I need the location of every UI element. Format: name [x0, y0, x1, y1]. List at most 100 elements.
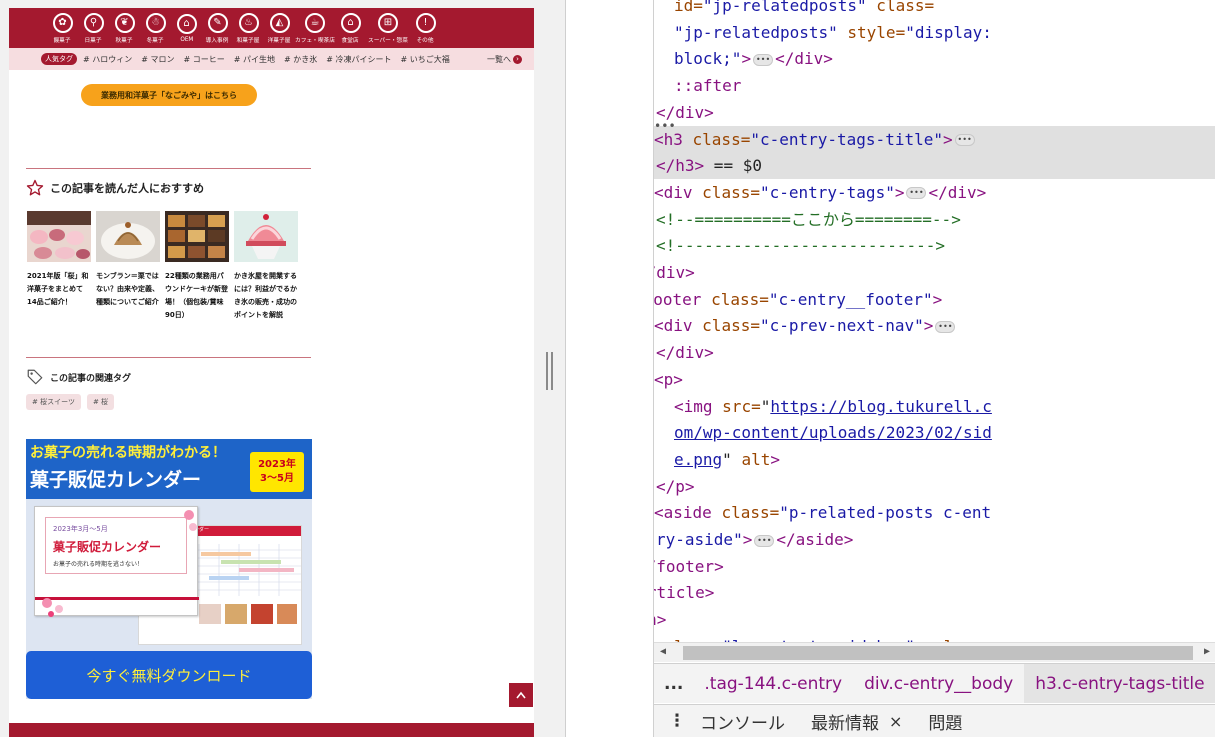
category-item[interactable]: ✎ 導入事例 — [202, 12, 233, 44]
popular-tag[interactable]: # いちご大福 — [401, 54, 450, 65]
back-to-top-button[interactable] — [509, 683, 533, 707]
popular-tag[interactable]: # かき氷 — [284, 54, 317, 65]
dom-token[interactable]: om/wp-content/uploads/2023/02/sid — [674, 423, 992, 442]
dom-node-line[interactable]: <!---------------------------> — [654, 232, 1215, 259]
dom-token: </h3> — [656, 156, 705, 176]
tag-chip[interactable]: # 桜 — [86, 394, 115, 410]
category-item[interactable]: ⚲ 日菓子 — [78, 12, 109, 44]
dom-node-line[interactable]: <!--==========ここから========--> — [654, 206, 1215, 233]
dom-node-selected[interactable]: ▶<h3 class="c-entry-tags-title">••• — [654, 125, 1215, 153]
tag-list-link[interactable]: 一覧へ › — [487, 54, 522, 65]
dom-node-line[interactable]: ▶<aside class="p-related-posts c-ent — [654, 499, 1215, 526]
banner-header: お菓子の売れる時期がわかる！ 菓子販促カレンダー 2023年 3〜5月 — [26, 439, 312, 499]
banner-tagline: お菓子の売れる時期がわかる！ — [30, 445, 226, 461]
category-item[interactable]: ⌂ 食堂店 — [335, 12, 366, 44]
sakura-icon — [184, 510, 197, 531]
category-item[interactable]: ♨ 和菓子屋 — [233, 12, 264, 44]
ellipsis-badge[interactable]: ••• — [906, 187, 927, 200]
recommend-card[interactable]: かき氷屋を開業するには？利益がでるかき氷の販売・成功のポイントを解説 — [234, 211, 298, 322]
viewport-resize-handle[interactable] — [546, 352, 553, 390]
ellipsis-badge[interactable]: ••• — [935, 320, 956, 333]
dom-node-selected[interactable]: </h3> == $0 — [654, 152, 1215, 180]
scroll-right-icon[interactable]: ▶ — [1204, 646, 1210, 657]
tab-whats-new-label: 最新情報 — [811, 713, 879, 734]
popular-tags: # ハロウィン # マロン # コーヒー # パイ生地 # かき氷 # 冷凍パイシート # … — [83, 54, 459, 65]
dom-node-line[interactable]: <img src="https://blog.tukurell.c — [654, 393, 1215, 420]
category-item[interactable]: ☕ カフェ・喫茶店 — [295, 12, 335, 44]
breadcrumb-item[interactable]: .tag-144.c-entry — [693, 664, 853, 703]
dom-token: <div — [654, 182, 703, 202]
dom-node-line[interactable]: ▼<p> — [654, 366, 1215, 393]
dom-node-line[interactable]: </main> — [654, 606, 1215, 633]
dom-node-line[interactable]: e.png" alt> — [654, 446, 1215, 473]
dom-token[interactable]: https://blog.tukurell.c — [770, 397, 992, 416]
ellipsis-badge[interactable]: ••• — [954, 134, 975, 146]
chevron-up-icon — [516, 691, 526, 699]
scrollbar-thumb[interactable] — [683, 646, 1193, 660]
popular-tag[interactable]: # コーヒー — [184, 54, 225, 65]
dom-node-line[interactable]: </div> — [654, 339, 1215, 366]
tab-whats-new[interactable]: 最新情報 × — [811, 709, 902, 734]
tag-chip[interactable]: # 桜スイーツ — [26, 394, 81, 410]
dom-node-line[interactable]: "jp-relatedposts" style="display: — [654, 19, 1215, 46]
tab-console[interactable]: コンソール — [700, 709, 785, 734]
dom-token: </aside> — [776, 530, 854, 549]
popular-tag[interactable]: # 冷凍パイシート — [326, 54, 391, 65]
dom-token: </div> — [654, 263, 695, 282]
more-options-icon[interactable]: ⋮ — [654, 711, 700, 731]
nagomiya-button[interactable]: 業務用和洋菓子「なごみや」はこちら — [81, 84, 257, 106]
category-item[interactable]: ! その他 — [410, 12, 441, 44]
calendar-cover-preview: 2023年3月〜5月 菓子販促カレンダー お菓子の売れる時期を逃さない！ — [34, 506, 199, 617]
dom-node-line[interactable]: om/wp-content/uploads/2023/02/sid — [654, 419, 1215, 446]
dom-node-line[interactable]: id="jp-relatedposts" class= — [654, 0, 1215, 19]
dom-token: > — [894, 182, 905, 202]
category-item[interactable]: ⊞ スーパー・惣菜 — [366, 12, 410, 44]
popular-tag[interactable]: # マロン — [141, 54, 174, 65]
recommend-card[interactable]: 2021年版「桜」和洋菓子をまとめて14品ご紹介！ — [27, 211, 91, 322]
dom-node-line[interactable]: </div> — [654, 99, 1215, 126]
dom-node-line[interactable]: ▶<div class="c-prev-next-nav">••• — [654, 312, 1215, 339]
dom-token: </div> — [775, 49, 833, 69]
tab-issues[interactable]: 問題 — [928, 709, 962, 734]
dom-token: > — [932, 289, 943, 309]
dom-node-line[interactable]: </footer> — [654, 553, 1215, 580]
breadcrumb-overflow[interactable]: ... — [654, 674, 693, 694]
dom-token[interactable]: e.png — [674, 450, 722, 469]
ellipsis-badge[interactable]: ••• — [754, 534, 775, 547]
dom-node-line[interactable]: ▶<div class="c-entry-tags">•••</div> — [654, 179, 1215, 206]
tag-icon — [27, 369, 43, 385]
dom-node-line[interactable]: </article> — [654, 579, 1215, 606]
sakura-sweets-thumbnail — [27, 211, 91, 262]
dom-node-line[interactable]: </div> — [654, 259, 1215, 286]
dom-node-line[interactable]: ::after — [654, 72, 1215, 99]
dom-token: <footer — [654, 289, 702, 309]
recommend-caption: かき氷屋を開業するには？利益がでるかき氷の販売・成功のポイントを解説 — [234, 272, 297, 319]
dom-node-line[interactable]: </p> — [654, 473, 1215, 500]
dom-node-line[interactable]: block;"> ••• </div> — [654, 45, 1215, 72]
recommend-card[interactable]: 22種類の業務用パウンドケーキが新登場！（個包装/賞味90日） — [165, 211, 229, 322]
category-item[interactable]: ✿ 饅菓子 — [47, 12, 78, 44]
dom-node-line[interactable]: ry-aside"> ••• </aside> — [654, 526, 1215, 553]
recommend-caption: 2021年版「桜」和洋菓子をまとめて14品ご紹介！ — [27, 272, 89, 306]
factory-icon: ⌂ — [176, 13, 197, 34]
horizontal-scrollbar[interactable]: ◀ ▶ — [654, 642, 1215, 662]
popular-tag[interactable]: # ハロウィン — [83, 54, 132, 65]
banner-year: 2023年 — [258, 459, 296, 470]
recommend-card[interactable]: モンブラン＝栗ではない？由来や定義、種類についてご紹介 — [96, 211, 160, 322]
close-icon[interactable]: × — [889, 712, 902, 731]
breadcrumb-item-selected[interactable]: h3.c-entry-tags-title — [1024, 664, 1215, 703]
dom-node-line[interactable]: ▼<footer class="c-entry__footer"> — [654, 286, 1215, 313]
tag-list-link-label: 一覧へ — [487, 54, 511, 64]
category-item[interactable]: ❦ 秋菓子 — [109, 12, 140, 44]
breadcrumb-item[interactable]: div.c-entry__body — [853, 664, 1024, 703]
scroll-left-icon[interactable]: ◀ — [660, 646, 666, 657]
panel-divider — [565, 0, 566, 737]
category-item[interactable]: ◭ 洋菓子屋 — [264, 12, 295, 44]
category-item[interactable]: ☃ 冬菓子 — [140, 12, 171, 44]
dom-token: class= — [721, 503, 780, 523]
calendar-banner[interactable]: お菓子の売れる時期がわかる！ 菓子販促カレンダー 2023年 3〜5月 レンダー — [26, 439, 312, 699]
download-button[interactable]: 今すぐ無料ダウンロード — [26, 651, 312, 699]
category-item[interactable]: ⌂ OEM — [171, 13, 202, 43]
ellipsis-badge[interactable]: ••• — [753, 53, 774, 66]
popular-tag[interactable]: # パイ生地 — [234, 54, 275, 65]
